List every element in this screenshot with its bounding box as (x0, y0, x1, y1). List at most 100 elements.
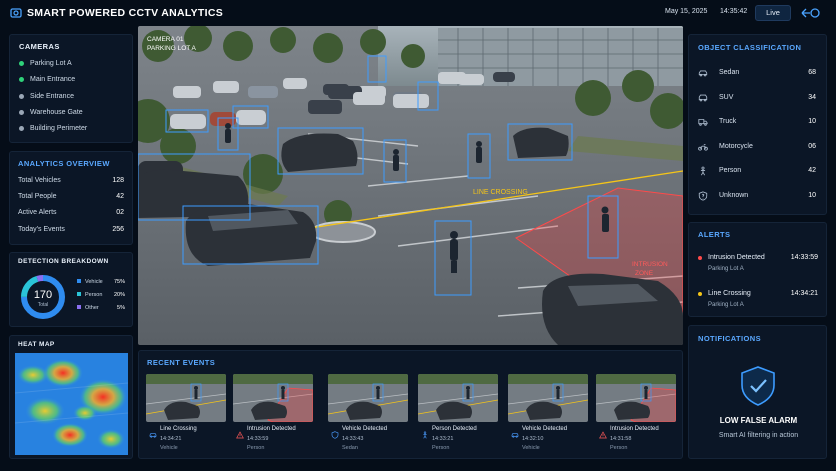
detection-total-value: 170 (34, 289, 52, 301)
notifications-panel: NOTIFICATIONS LOW FALSE ALARM Smart AI f… (688, 325, 827, 459)
event-thumbnail (596, 374, 676, 422)
event-type: Vehicle (522, 445, 540, 451)
camera-item[interactable]: Parking Lot A (19, 60, 72, 67)
alert-status-dot (698, 256, 702, 260)
camera-status-dot (19, 109, 24, 115)
event-thumbnail (146, 374, 226, 422)
camera-item[interactable]: Side Entrance (19, 93, 74, 100)
legend-swatch (77, 279, 81, 283)
camera-item[interactable]: Warehouse Gate (19, 109, 83, 116)
classification-value: 68 (808, 69, 816, 76)
classification-icon-wrap (698, 190, 708, 203)
camera-label: Parking Lot A (30, 60, 72, 67)
detection-title: DETECTION BREAKDOWN (18, 258, 109, 265)
event-card[interactable]: Intrusion Detected 14:31:58 Person (596, 374, 676, 458)
event-time: 14:34:21 (160, 436, 182, 442)
event-type: Vehicle (160, 445, 178, 451)
live-button[interactable]: Live (755, 5, 791, 21)
event-card[interactable]: Vehicle Detected 14:32:10 Vehicle (508, 374, 588, 458)
classification-icon-wrap (698, 117, 708, 129)
header-bar: SMART POWERED CCTV ANALYTICS May 15, 202… (0, 0, 836, 26)
car-icon (698, 70, 708, 77)
analytics-label: Active Alerts (18, 209, 57, 217)
event-time: 14:31:58 (610, 436, 632, 442)
analytics-label: Today's Events (18, 225, 65, 233)
notifications-title: NOTIFICATIONS (698, 334, 761, 343)
classification-value: 10 (808, 191, 816, 199)
shield-question-icon (698, 190, 708, 201)
alert-item[interactable]: Line Crossing 14:34:21 Parking Lot A (698, 290, 818, 316)
camera-label: Side Entrance (30, 92, 74, 100)
analytics-row: Total Vehicles 128 (18, 177, 124, 184)
event-card[interactable]: Vehicle Detected 14:33:43 Sedan (328, 374, 408, 458)
camera-logo-icon (10, 8, 22, 18)
legend-item: Other 5% (77, 305, 125, 311)
classification-value: 06 (808, 142, 816, 150)
event-title: Person Detected (432, 426, 477, 432)
intrusion-zone-label-1: INTRUSION (632, 261, 668, 268)
car-icon (149, 433, 157, 438)
alert-location: Parking Lot A (708, 302, 744, 308)
heatmap-image (15, 353, 128, 455)
camera-feed[interactable]: CAMERA 01 PARKING LOT A LINE CROSSING IN… (138, 26, 683, 345)
camera-status-dot (19, 61, 24, 66)
event-icon-wrap (421, 426, 429, 444)
truck-icon (698, 119, 708, 126)
event-card[interactable]: Person Detected 14:33:21 Person (418, 374, 498, 458)
event-icon-wrap (599, 426, 607, 444)
alert-location: Parking Lot A (708, 266, 744, 272)
event-time: 14:33:43 (342, 436, 364, 442)
event-icon-wrap (149, 426, 157, 444)
event-type: Person (247, 445, 265, 451)
person-icon (423, 431, 427, 439)
intrusion-zone-label-2: ZONE (635, 270, 654, 277)
event-thumbnail (328, 374, 408, 422)
event-thumbnail (508, 374, 588, 422)
classification-value: 42 (808, 167, 816, 174)
warning-icon (236, 431, 244, 439)
sync-arrows-icon[interactable] (800, 6, 822, 20)
analytics-row: Active Alerts 02 (18, 209, 124, 216)
suv-icon (698, 94, 708, 101)
event-type: Person (432, 445, 450, 451)
events-title: RECENT EVENTS (147, 358, 216, 367)
notification-subtext: Smart AI filtering in action (718, 432, 799, 439)
detection-donut-chart: 170 Total (21, 275, 65, 319)
camera-status-dot (19, 93, 24, 99)
classification-icon-wrap (698, 93, 708, 105)
notification-headline: LOW FALSE ALARM (719, 416, 798, 425)
legend-value: 75% (113, 279, 125, 285)
shield-icon (331, 431, 339, 439)
classification-value: 34 (808, 93, 816, 101)
alert-time: 14:33:59 (790, 254, 818, 261)
camera-item[interactable]: Building Perimeter (19, 125, 87, 132)
event-title: Vehicle Detected (342, 426, 388, 432)
camera-location-label: PARKING LOT A (147, 45, 197, 52)
event-card[interactable]: Intrusion Detected 14:33:59 Person (233, 374, 313, 458)
cameras-title: CAMERAS (19, 42, 60, 51)
event-time: 14:32:10 (522, 436, 544, 442)
motorcycle-icon (698, 143, 708, 151)
event-title: Intrusion Detected (247, 426, 296, 432)
camera-status-dot (19, 77, 24, 83)
legend-swatch (77, 305, 81, 309)
classification-title: OBJECT CLASSIFICATION (698, 43, 802, 52)
event-title: Intrusion Detected (610, 426, 659, 432)
classification-icon-wrap (698, 166, 708, 178)
camera-label: Main Entrance (30, 76, 76, 84)
event-icon-wrap (236, 426, 244, 444)
alert-status-dot (698, 292, 702, 296)
analytics-title: ANALYTICS OVERVIEW (18, 159, 110, 168)
heatmap-title: HEAT MAP (18, 341, 55, 348)
event-card[interactable]: Line Crossing 14:34:21 Vehicle (146, 374, 226, 458)
alert-item[interactable]: Intrusion Detected 14:33:59 Parking Lot A (698, 254, 818, 280)
detection-total-label: Total (38, 302, 49, 308)
camera-item[interactable]: Main Entrance (19, 76, 75, 83)
event-type: Person (610, 445, 628, 451)
time-display: 14:35:42 (720, 8, 748, 15)
legend-label: Other (85, 305, 99, 311)
analytics-value: 128 (112, 177, 124, 184)
analytics-value: 02 (116, 209, 124, 217)
parking-lot-scene: CAMERA 01 PARKING LOT A LINE CROSSING IN… (138, 26, 683, 345)
shield-check-icon (741, 366, 775, 406)
